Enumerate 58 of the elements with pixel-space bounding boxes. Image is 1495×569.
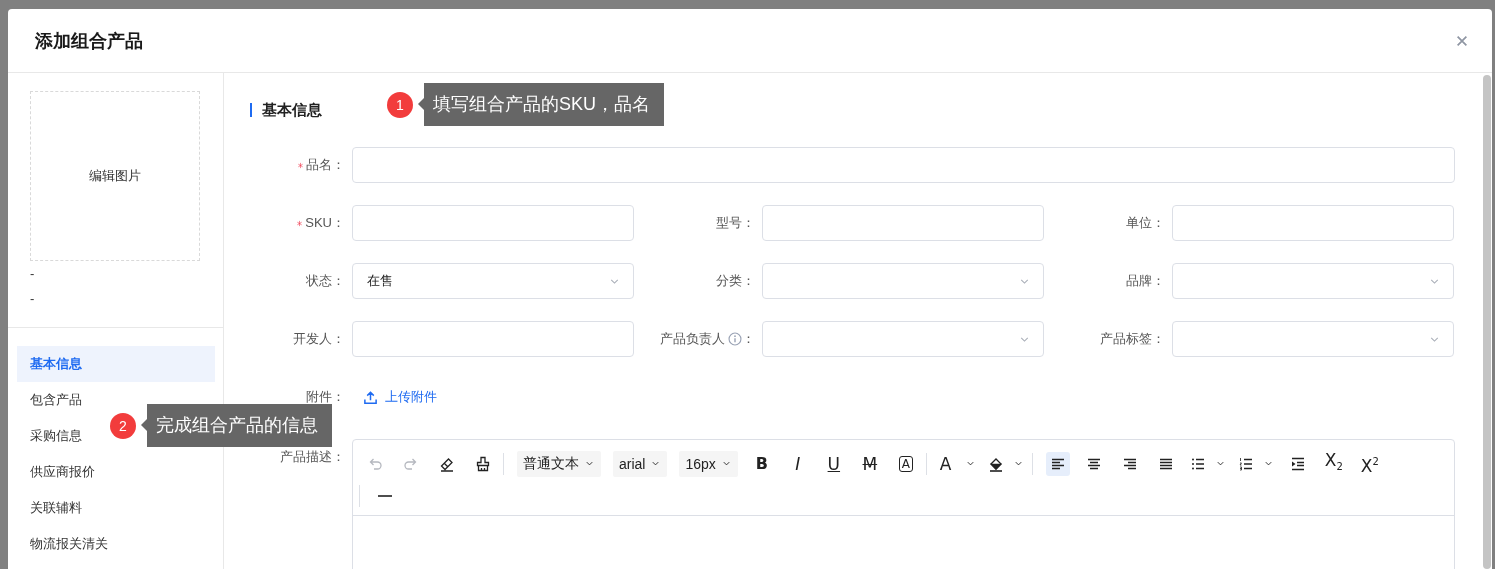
toolbar-select[interactable]: 16px — [679, 450, 738, 477]
sidebar-item[interactable]: 供应商报价 — [17, 454, 215, 490]
input-field[interactable] — [352, 205, 634, 241]
format-painter-icon[interactable] — [475, 455, 491, 472]
sidebar-item[interactable]: 物流报关清关 — [17, 526, 215, 562]
align-left-button[interactable] — [1045, 451, 1070, 476]
input-field[interactable] — [762, 205, 1044, 241]
tooltip: 完成组合产品的信息 — [141, 404, 332, 447]
image-label: 编辑图片 — [89, 167, 141, 185]
image-upload-area[interactable]: 编辑图片 — [30, 91, 200, 261]
input-field[interactable] — [352, 147, 1455, 183]
info-icon[interactable] — [728, 332, 742, 346]
indent-icon[interactable] — [1289, 455, 1306, 472]
field-label: 型号： — [716, 214, 755, 232]
strikethrough-button[interactable]: M — [857, 451, 882, 476]
meta-text: - — [30, 265, 36, 283]
bold-button[interactable]: B — [749, 451, 774, 476]
sidebar-item[interactable]: 关联辅料 — [17, 490, 215, 526]
toolbar-select[interactable]: 普通文本 — [517, 450, 601, 477]
select-field[interactable]: 在售 — [352, 263, 634, 299]
field-label: 品牌： — [1126, 272, 1165, 290]
tooltip: 填写组合产品的SKU，品名 — [418, 83, 664, 126]
subscript-button[interactable]: X$_{2}$ — [1321, 451, 1346, 476]
field-label: 产品描述： — [280, 448, 345, 466]
border-button[interactable]: A — [893, 451, 918, 476]
underline-button[interactable]: U — [821, 451, 846, 476]
font-color-button[interactable]: A — [939, 451, 976, 476]
italic-button[interactable]: I — [785, 451, 810, 476]
field-label: 产品负责人 — [660, 330, 725, 348]
input-field[interactable] — [1172, 205, 1454, 241]
select-field[interactable] — [1172, 263, 1454, 299]
field-label: 品名： — [306, 156, 345, 174]
select-field[interactable] — [762, 263, 1044, 299]
upload-icon — [363, 389, 378, 405]
dialog-title: 添加组合产品 — [35, 29, 143, 53]
superscript-button[interactable]: X$^{2}$ — [1357, 451, 1382, 476]
rich-text-editor[interactable]: 普通文本 arial 16px B I U M A A X$_{2}$ X$^{2}$ — [352, 439, 1455, 569]
step-badge: 2 — [110, 412, 136, 439]
select-field[interactable] — [1172, 321, 1454, 357]
select-field[interactable] — [762, 321, 1044, 357]
field-label: SKU： — [305, 214, 345, 232]
field-label: 分类： — [716, 272, 755, 290]
meta-text: - — [30, 290, 36, 308]
scrollbar[interactable] — [1483, 75, 1491, 569]
field-label: 状态： — [306, 272, 345, 290]
field-label: 附件： — [306, 388, 345, 406]
label-colon: ： — [742, 330, 755, 348]
step-badge: 1 — [387, 91, 413, 118]
field-label: 单位： — [1126, 214, 1165, 232]
field-label: 开发人： — [293, 330, 345, 348]
eraser-icon[interactable] — [439, 455, 455, 472]
sidebar-item[interactable]: 基本信息 — [17, 346, 215, 382]
field-label: 产品标签： — [1100, 330, 1165, 348]
upload-link[interactable]: 上传附件 — [363, 388, 437, 406]
input-field[interactable] — [352, 321, 634, 357]
numbered-list-icon — [1237, 455, 1254, 472]
toolbar-select[interactable]: arial — [613, 450, 668, 477]
close-icon[interactable] — [1455, 33, 1469, 48]
